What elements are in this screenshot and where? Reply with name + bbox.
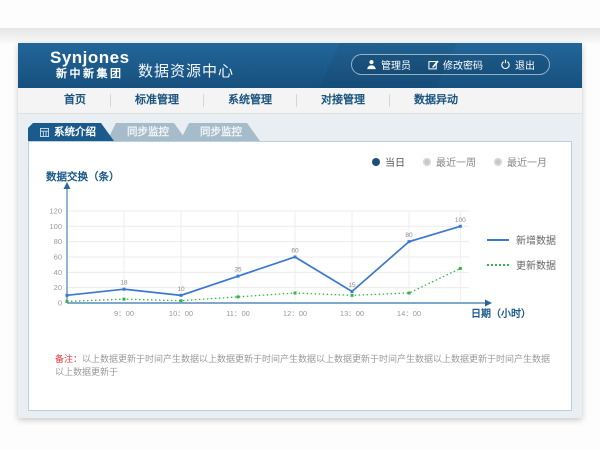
svg-text:14：00: 14：00 (397, 309, 421, 318)
nav-item-home[interactable]: 首页 (40, 88, 110, 113)
app-window: Synjones 新中新集团 数据资源中心 管理员 修改密码 退出 (18, 43, 582, 418)
svg-text:20: 20 (54, 283, 62, 292)
tab-system-intro[interactable]: 系统介绍 (28, 123, 114, 141)
svg-text:10: 10 (177, 286, 185, 293)
current-user-label: 管理员 (381, 57, 411, 72)
svg-text:9：00: 9：00 (114, 309, 134, 318)
line-chart: 0 20 40 60 80 100 120 9：00 10：00 11：00 12：00 13：00 1… (41, 170, 541, 332)
svg-text:日期（小时）: 日期（小时） (471, 307, 531, 320)
nav-item-system-mgmt[interactable]: 系统管理 (204, 88, 296, 113)
user-toolbar: 管理员 修改密码 退出 (351, 54, 550, 75)
radio-last-week[interactable]: 最近一周 (423, 154, 476, 169)
tab-bar: 系统介绍 同步监控 同步监控 (28, 123, 260, 141)
logo-brand-text: Synjones (50, 48, 130, 67)
svg-text:12：00: 12：00 (283, 309, 307, 318)
nav-item-integration-mgmt[interactable]: 对接管理 (297, 88, 389, 113)
logo-company-name: 新中新集团 (50, 67, 130, 81)
solid-line-icon (487, 239, 509, 241)
nav-item-data-changes[interactable]: 数据异动 (390, 88, 482, 113)
svg-text:13：00: 13：00 (340, 309, 364, 318)
svg-text:60: 60 (291, 247, 299, 254)
radio-label: 最近一周 (436, 154, 476, 169)
grid-icon (40, 128, 49, 137)
browser-chrome-strip (0, 28, 600, 43)
time-range-filter: 当日 最近一周 最近一月 (372, 154, 547, 169)
nav-item-standard-mgmt[interactable]: 标准管理 (111, 88, 203, 113)
svg-text:18: 18 (120, 280, 128, 287)
tab-label: 同步监控 (200, 123, 242, 141)
svg-text:0: 0 (58, 299, 62, 308)
current-user-button[interactable]: 管理员 (366, 57, 411, 72)
radio-label: 最近一月 (507, 154, 547, 169)
legend-label: 新增数据 (516, 232, 556, 247)
svg-text:35: 35 (234, 267, 242, 274)
tab-sync-monitor-1[interactable]: 同步监控 (107, 123, 187, 141)
svg-text:60: 60 (54, 252, 62, 261)
svg-text:11：00: 11：00 (226, 309, 250, 318)
tab-label: 同步监控 (127, 123, 169, 141)
radio-today[interactable]: 当日 (372, 154, 405, 169)
page-title: 数据资源中心 (138, 60, 234, 81)
company-logo: Synjones 新中新集团 (50, 48, 130, 81)
svg-text:80: 80 (405, 232, 413, 239)
svg-text:120: 120 (49, 206, 62, 215)
dotted-line-icon (487, 264, 509, 266)
svg-text:10：00: 10：00 (169, 309, 193, 318)
svg-text:数据交换（条）: 数据交换（条） (45, 170, 120, 183)
tab-label: 系统介绍 (54, 123, 96, 141)
app-header: Synjones 新中新集团 数据资源中心 管理员 修改密码 退出 (18, 43, 582, 88)
legend-item-new-data[interactable]: 新增数据 (487, 232, 556, 247)
legend-item-updated-data[interactable]: 更新数据 (487, 257, 556, 272)
svg-text:100: 100 (49, 222, 62, 231)
radio-dot-icon (494, 158, 502, 166)
chart-legend: 新增数据 更新数据 (487, 232, 556, 272)
edit-icon (428, 59, 439, 70)
svg-text:100: 100 (455, 217, 466, 224)
change-password-button[interactable]: 修改密码 (428, 57, 483, 72)
change-password-label: 修改密码 (443, 57, 483, 72)
main-nav: 首页 标准管理 系统管理 对接管理 数据异动 (18, 88, 582, 114)
svg-text:80: 80 (54, 237, 62, 246)
legend-label: 更新数据 (516, 257, 556, 272)
svg-text:15: 15 (348, 282, 356, 289)
radio-label: 当日 (385, 154, 405, 169)
radio-dot-icon (423, 158, 431, 166)
user-icon (366, 59, 377, 70)
chart-panel: 当日 最近一周 最近一月 0 20 40 60 80 100 120 9：00 10：00 11：… (28, 141, 572, 411)
logout-button[interactable]: 退出 (500, 57, 535, 72)
radio-dot-icon (372, 158, 380, 166)
footnote-text: 以上数据更新于时间产生数据以上数据更新于时间产生数据以上数据更新于时间产生数据以… (55, 354, 550, 377)
tab-sync-monitor-2[interactable]: 同步监控 (180, 123, 260, 141)
power-icon (500, 59, 511, 70)
footnote: 备注：以上数据更新于时间产生数据以上数据更新于时间产生数据以上数据更新于时间产生… (55, 353, 551, 379)
logout-label: 退出 (515, 57, 535, 72)
content-area: 系统介绍 同步监控 同步监控 当日 最近一周 (18, 114, 582, 418)
radio-last-month[interactable]: 最近一月 (494, 154, 547, 169)
footnote-prefix: 备注： (55, 354, 82, 364)
svg-text:40: 40 (54, 268, 62, 277)
